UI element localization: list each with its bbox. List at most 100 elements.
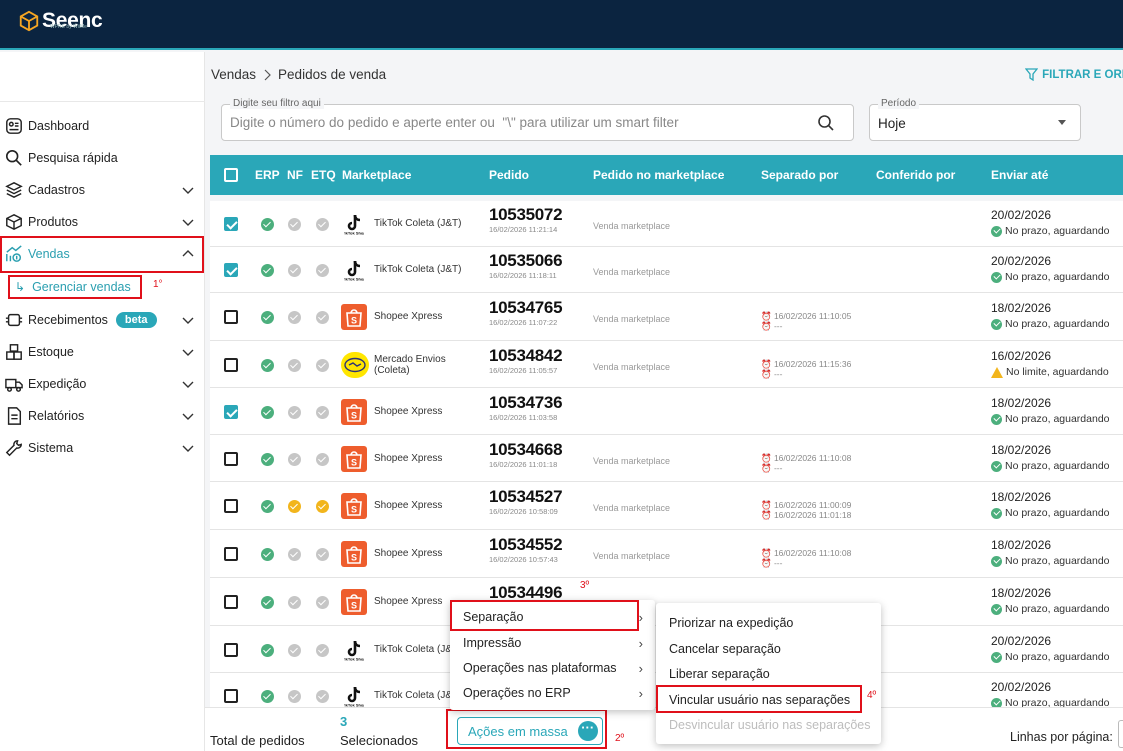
col-pedido[interactable]: Pedido [489, 168, 529, 182]
table-row[interactable]: S Shopee Xpress 10534552 16/02/2026 10:57:4… [210, 530, 1123, 578]
chevron-down-icon [182, 317, 194, 324]
sidebar-item-quick-search[interactable]: Pesquisa rápida [0, 142, 205, 174]
table-row[interactable]: TikTok Shop TikTok Coleta (J&T) 1053507216… [210, 201, 1123, 247]
chevron-right-icon: › [638, 636, 643, 651]
row-checkbox[interactable] [224, 452, 238, 466]
table-row[interactable]: S Shopee Xpress 10534736 16/02/2026 11:03:5… [210, 388, 1123, 435]
sidebar-item-recebimentos[interactable]: Recebimentos beta [0, 304, 205, 336]
row-checkbox[interactable] [224, 689, 238, 703]
submenu-liberar[interactable]: Liberar separação [656, 661, 881, 687]
sidebar-item-estoque[interactable]: Estoque [0, 336, 205, 368]
row-checkbox[interactable] [224, 405, 238, 419]
svg-text:S: S [351, 458, 357, 468]
sidebar-item-cadastros[interactable]: Cadastros [0, 174, 205, 206]
select-all-checkbox[interactable] [224, 168, 238, 182]
check-circle-icon [991, 460, 1002, 472]
marketplace-name: Shopee Xpress [374, 406, 443, 417]
separated-by: ⏰ 16/02/2026 11:10:08 ⏰ --- [761, 548, 851, 568]
submenu-cancelar[interactable]: Cancelar separação [656, 636, 881, 662]
col-conferido-por[interactable]: Conferido por [876, 168, 955, 182]
ship-status: No prazo, aguardando [991, 555, 1110, 567]
tiktok-shop-icon: TikTok Shop [344, 640, 364, 661]
sidebar-item-relatorios[interactable]: Relatórios [0, 400, 205, 432]
col-separado-por[interactable]: Separado por [761, 168, 838, 182]
order-date: 16/02/2026 10:57:43 [489, 555, 558, 564]
nf-status-icon [288, 218, 301, 231]
menu-item-operacoes-erp[interactable]: Operações no ERP › [450, 680, 655, 706]
marketplace-logo: S [341, 399, 367, 425]
svg-text:TikTok Shop: TikTok Shop [344, 231, 364, 236]
row-checkbox[interactable] [224, 358, 238, 372]
highlight-mass-actions [446, 709, 607, 749]
search-icon[interactable] [817, 114, 835, 132]
etq-status-icon [316, 500, 329, 513]
dashboard-icon [4, 116, 24, 136]
row-checkbox[interactable] [224, 310, 238, 324]
rows-per-page-select[interactable] [1118, 720, 1123, 748]
order-number[interactable]: 10534842 [489, 346, 563, 366]
marketplace-logo: TikTok Shop [341, 637, 367, 663]
col-enviar-ate[interactable]: Enviar até [991, 168, 1048, 182]
menu-item-operacoes-plataformas[interactable]: Operações nas plataformas › [450, 655, 655, 681]
col-pedido-marketplace[interactable]: Pedido no marketplace [593, 168, 724, 182]
separated-by-time: 16/02/2026 11:00:09 [773, 500, 852, 510]
sidebar-item-sistema[interactable]: Sistema [0, 432, 205, 464]
period-select[interactable]: Período Hoje [869, 98, 1081, 141]
table-row[interactable]: S Shopee Xpress 10534527 16/02/2026 10:58:0… [210, 482, 1123, 530]
order-number[interactable]: 10535066 [489, 251, 563, 271]
order-date: 16/02/2026 11:18:11 [489, 271, 557, 280]
order-number[interactable]: 10534552 [489, 535, 563, 555]
check-circle-icon [991, 413, 1002, 425]
erp-status-icon [261, 690, 274, 703]
nf-status-icon [288, 500, 301, 513]
order-number[interactable]: 10534736 [489, 393, 563, 413]
row-checkbox[interactable] [224, 499, 238, 513]
chevron-down-icon [182, 413, 194, 420]
table-row[interactable]: Mercado Envios (Coleta) 10534842 16/02/202… [210, 341, 1123, 388]
alarm-icon: ⏰ [761, 548, 774, 558]
table-row[interactable]: S Shopee Xpress 10534668 16/02/2026 11:01:1… [210, 435, 1123, 482]
sidebar-subitem-gerenciar-vendas[interactable]: ↳ Gerenciar vendas [8, 275, 142, 299]
chevron-down-icon [182, 219, 194, 226]
marketplace-order: Venda marketplace [593, 314, 671, 324]
table-row[interactable]: S Shopee Xpress 10534765 16/02/2026 11:07:2… [210, 293, 1123, 341]
row-checkbox[interactable] [224, 643, 238, 657]
ship-by-date: 18/02/2026 [991, 538, 1052, 552]
top-bar: Seenc WPRE by WiiMe [0, 0, 1123, 50]
search-legend: Digite seu filtro aqui [230, 98, 324, 109]
search-input[interactable] [222, 105, 782, 139]
nf-status-icon [288, 453, 301, 466]
sidebar-item-label: Pesquisa rápida [28, 151, 118, 165]
filter-order-link[interactable]: FILTRAR E ORI [1025, 68, 1123, 81]
menu-item-impressao[interactable]: Impressão › [450, 630, 655, 656]
order-number[interactable]: 10535072 [489, 205, 563, 225]
order-number[interactable]: 10534668 [489, 440, 563, 460]
order-date: 16/02/2026 11:21:14 [489, 225, 558, 234]
row-checkbox[interactable] [224, 595, 238, 609]
row-checkbox[interactable] [224, 263, 238, 277]
marketplace-logo: S [341, 493, 367, 519]
check-circle-icon [991, 507, 1002, 519]
menu-item-label: Priorizar na expedição [669, 616, 794, 630]
step-3-label: 3º [580, 580, 590, 591]
breadcrumb-root[interactable]: Vendas [211, 67, 256, 82]
row-checkbox[interactable] [224, 217, 238, 231]
row-checkbox[interactable] [224, 547, 238, 561]
marketplace-order: Venda marketplace [593, 362, 671, 372]
order-number[interactable]: 10534527 [489, 487, 563, 507]
order-number[interactable]: 10534765 [489, 298, 563, 318]
col-marketplace[interactable]: Marketplace [342, 168, 411, 182]
marketplace-logo: S [341, 541, 367, 567]
check-circle-icon [991, 651, 1002, 663]
sidebar-item-expedicao[interactable]: Expedição [0, 368, 205, 400]
submenu-priorizar[interactable]: Priorizar na expedição [656, 610, 881, 636]
alarm-icon: ⏰ [761, 311, 774, 321]
etq-status-icon [316, 548, 329, 561]
table-header: ERP NF ETQ Marketplace Pedido Pedido no … [210, 155, 1123, 195]
chevron-right-icon: › [638, 686, 643, 701]
ship-by-date: 18/02/2026 [991, 490, 1052, 504]
sidebar-item-produtos[interactable]: Produtos [0, 206, 205, 238]
table-row[interactable]: TikTok Shop TikTok Coleta (J&T) 1053506616… [210, 247, 1123, 293]
sidebar-item-dashboard[interactable]: Dashboard [0, 110, 205, 142]
separated-by: ⏰ 16/02/2026 11:00:09 ⏰ 16/02/2026 11:01:… [761, 500, 851, 520]
